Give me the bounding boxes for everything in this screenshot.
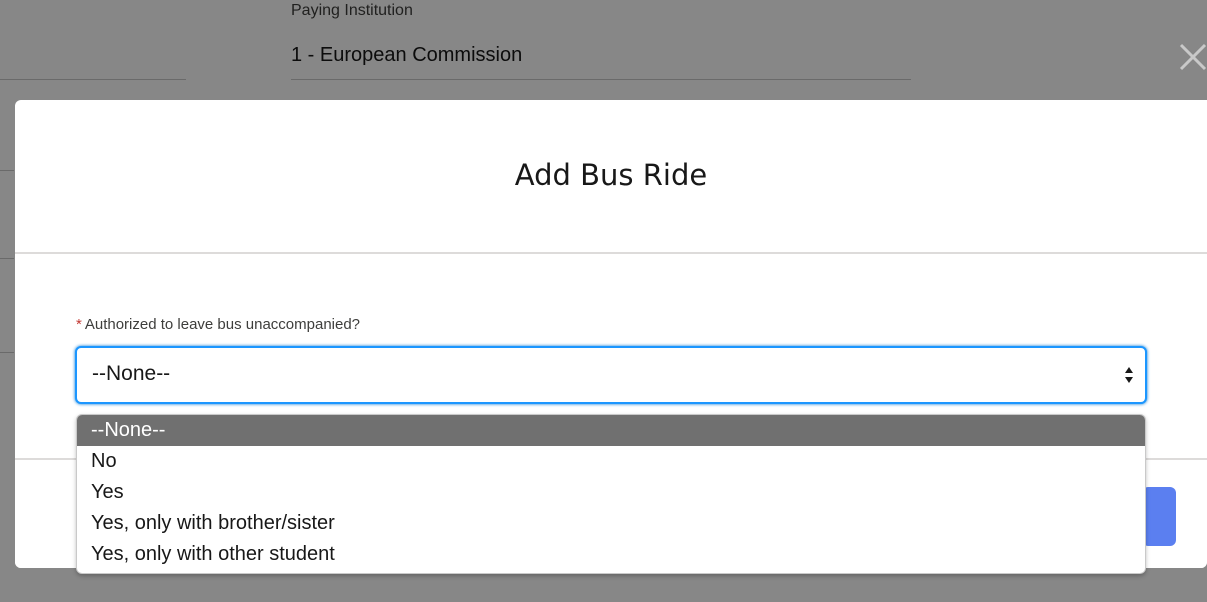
option-yes-other-student[interactable]: Yes, only with other student: [77, 539, 1145, 570]
select-value: --None--: [92, 362, 171, 385]
select-arrows-icon: [1123, 362, 1135, 388]
option-no[interactable]: No: [77, 446, 1145, 477]
modal-header: Add Bus Ride: [15, 100, 1207, 254]
option-yes[interactable]: Yes: [77, 477, 1145, 508]
select-dropdown-list: --None-- No Yes Yes, only with brother/s…: [76, 414, 1146, 574]
save-button[interactable]: [1144, 487, 1176, 546]
authorized-select[interactable]: --None--: [75, 346, 1147, 404]
option-none[interactable]: --None--: [77, 415, 1145, 446]
modal-title: Add Bus Ride: [514, 158, 708, 192]
field-label-text: Authorized to leave bus unaccompanied?: [84, 316, 361, 333]
close-icon: [1179, 43, 1207, 71]
close-button[interactable]: [1175, 40, 1207, 80]
field-label: * Authorized to leave bus unaccompanied?: [76, 316, 360, 333]
option-yes-sibling[interactable]: Yes, only with brother/sister: [77, 508, 1145, 539]
required-marker: *: [76, 316, 82, 333]
